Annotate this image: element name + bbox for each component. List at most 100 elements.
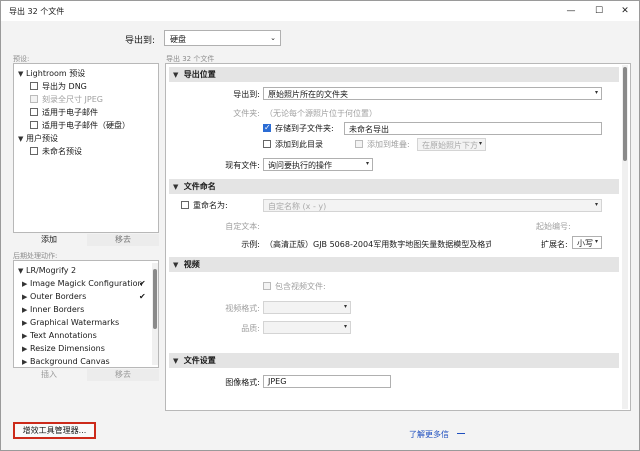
link-underline-decoration — [457, 433, 465, 434]
collapsed-triangle-icon: ▶ — [22, 358, 28, 366]
expanded-triangle-icon: ▼ — [173, 183, 179, 191]
section-title: 导出位置 — [183, 70, 216, 79]
close-icon[interactable]: ✕ — [618, 4, 632, 18]
rename-option[interactable]: 重命名为: — [181, 200, 228, 212]
preset-group-user[interactable]: ▼ 用户预设 — [18, 133, 58, 145]
extension-dropdown[interactable]: 小写 ▾ — [572, 236, 602, 249]
folder-label: 文件夹: — [233, 109, 260, 118]
example-filename: （高清正版）GJB 5068-2004军用数字地图矢量数据模型及格式. (1)_… — [265, 240, 491, 249]
rename-template-value: 自定名称 (x - y) — [268, 202, 327, 211]
section-export-location[interactable]: ▼ 导出位置 — [169, 67, 619, 82]
window-title: 导出 32 个文件 — [9, 7, 65, 16]
custom-text-label: 自定文本: — [225, 222, 260, 231]
scrollbar-thumb[interactable] — [623, 67, 627, 161]
collapsed-triangle-icon: ▶ — [22, 280, 28, 288]
export-location-dropdown[interactable]: 原始照片所在的文件夹 ▾ — [263, 87, 602, 100]
subfolder-option[interactable]: 存储到子文件夹: — [263, 122, 334, 135]
preset-item[interactable]: 适用于电子邮件（硬盘） — [30, 120, 130, 132]
settings-scrollbar[interactable] — [622, 65, 628, 409]
insert-action-button[interactable]: 插入 — [13, 369, 85, 381]
preset-checkbox[interactable] — [30, 82, 38, 90]
postprocess-item-label: Resize Dimensions — [30, 344, 105, 353]
maximize-icon[interactable]: ☐ — [592, 4, 606, 18]
postprocess-item-label: Text Annotations — [30, 331, 97, 340]
add-to-catalog-option[interactable]: 添加到此目录 — [263, 139, 323, 151]
title-bar: 导出 32 个文件 — ☐ ✕ — [1, 1, 639, 21]
add-to-stack-option[interactable]: 添加到堆叠: — [355, 139, 410, 151]
section-title: 文件命名 — [183, 182, 216, 191]
extension-label: 扩展名: — [541, 240, 568, 249]
postprocess-group-label: LR/Mogrify 2 — [26, 266, 77, 275]
add-to-catalog-checkbox[interactable] — [263, 140, 271, 148]
expanded-triangle-icon: ▼ — [18, 267, 24, 275]
postprocess-item-label: Image Magick Configuration — [30, 279, 143, 288]
learn-more-link[interactable]: 了解更多信 — [409, 429, 449, 440]
preset-group-lightroom[interactable]: ▼ Lightroom 预设 — [18, 68, 85, 80]
collapsed-triangle-icon: ▶ — [22, 332, 28, 340]
checkmark-icon: ✔ — [139, 292, 146, 301]
preset-item[interactable]: 未命名预设 — [30, 146, 82, 158]
video-quality-label: 品质: — [241, 324, 260, 333]
preset-checkbox[interactable] — [30, 95, 38, 103]
stack-position-dropdown[interactable]: 在原始照片下方 ▾ — [417, 138, 486, 151]
section-file-naming[interactable]: ▼ 文件命名 — [169, 179, 619, 194]
subfolder-name-input[interactable]: 未命名导出 — [344, 122, 602, 135]
include-video-option[interactable]: 包含视频文件: — [263, 281, 326, 293]
plugin-manager-button[interactable]: 增效工具管理器... — [13, 422, 96, 439]
postprocess-item[interactable]: ▶ Outer Borders — [22, 291, 86, 303]
add-to-stack-checkbox[interactable] — [355, 140, 363, 148]
postprocess-item[interactable]: ▶ Resize Dimensions — [22, 343, 105, 355]
video-quality-dropdown[interactable]: ▾ — [263, 321, 351, 334]
collapsed-triangle-icon: ▶ — [22, 319, 28, 327]
preset-item[interactable]: 导出为 DNG — [30, 81, 87, 93]
remove-preset-button[interactable]: 移去 — [87, 234, 159, 246]
preset-checkbox[interactable] — [30, 147, 38, 155]
section-file-settings[interactable]: ▼ 文件设置 — [169, 353, 619, 368]
chevron-down-icon: ▾ — [478, 140, 482, 147]
postprocess-item[interactable]: ▶ Text Annotations — [22, 330, 97, 342]
chevron-down-icon: ▾ — [594, 201, 598, 208]
image-format-dropdown[interactable]: JPEG — [263, 375, 391, 388]
preset-item[interactable]: 刻录全尺寸 JPEG — [30, 94, 103, 106]
expanded-triangle-icon: ▼ — [173, 357, 179, 365]
expanded-triangle-icon: ▼ — [173, 71, 179, 79]
postprocess-item[interactable]: ▶ Inner Borders — [22, 304, 84, 316]
preset-checkbox[interactable] — [30, 121, 38, 129]
section-video[interactable]: ▼ 视频 — [169, 257, 619, 272]
postprocess-item[interactable]: ▶ Graphical Watermarks — [22, 317, 119, 329]
section-title: 视频 — [183, 260, 200, 269]
minimize-icon[interactable]: — — [564, 4, 578, 18]
include-video-checkbox[interactable] — [263, 282, 271, 290]
rename-template-dropdown[interactable]: 自定名称 (x - y) ▾ — [263, 199, 602, 212]
scrollbar-thumb[interactable] — [153, 269, 157, 329]
postprocess-item[interactable]: ▶ Image Magick Configuration — [22, 278, 143, 290]
export-to-value: 硬盘 — [170, 35, 186, 44]
existing-files-dropdown[interactable]: 询问要执行的操作 ▾ — [263, 158, 373, 171]
export-location-value: 原始照片所在的文件夹 — [268, 90, 348, 99]
preset-group-label: Lightroom 预设 — [26, 69, 86, 78]
chevron-down-icon: ▾ — [343, 303, 347, 310]
rename-checkbox[interactable] — [181, 201, 189, 209]
export-to-dropdown[interactable]: 硬盘 ⌄ — [164, 30, 281, 46]
presets-panel: ▼ Lightroom 预设 导出为 DNG 刻录全尺寸 JPEG 适用于电子邮件… — [13, 63, 159, 233]
remove-action-button[interactable]: 移去 — [87, 369, 159, 381]
checkmark-icon: ✔ — [139, 279, 146, 288]
preset-checkbox[interactable] — [30, 108, 38, 116]
expanded-triangle-icon: ▼ — [18, 135, 24, 143]
subfolder-checkbox[interactable] — [263, 122, 271, 134]
preset-item-label: 导出为 DNG — [42, 82, 87, 91]
postprocess-scrollbar[interactable] — [152, 263, 158, 365]
preset-item-label: 适用于电子邮件 — [42, 108, 98, 117]
extension-value: 小写 — [577, 239, 593, 248]
postprocess-group[interactable]: ▼ LR/Mogrify 2 — [18, 265, 76, 277]
postprocess-item-label: Graphical Watermarks — [30, 318, 120, 327]
chevron-down-icon: ▾ — [594, 238, 598, 245]
add-preset-button[interactable]: 添加 — [13, 234, 85, 246]
collapsed-triangle-icon: ▶ — [22, 345, 28, 353]
start-number-label: 起始编号: — [536, 222, 571, 231]
subfolder-label: 存储到子文件夹: — [275, 124, 334, 133]
export-to-label: 导出到: — [125, 36, 156, 46]
preset-item[interactable]: 适用于电子邮件 — [30, 107, 98, 119]
postprocess-item[interactable]: ▶ Background Canvas — [22, 356, 110, 367]
video-format-dropdown[interactable]: ▾ — [263, 301, 351, 314]
